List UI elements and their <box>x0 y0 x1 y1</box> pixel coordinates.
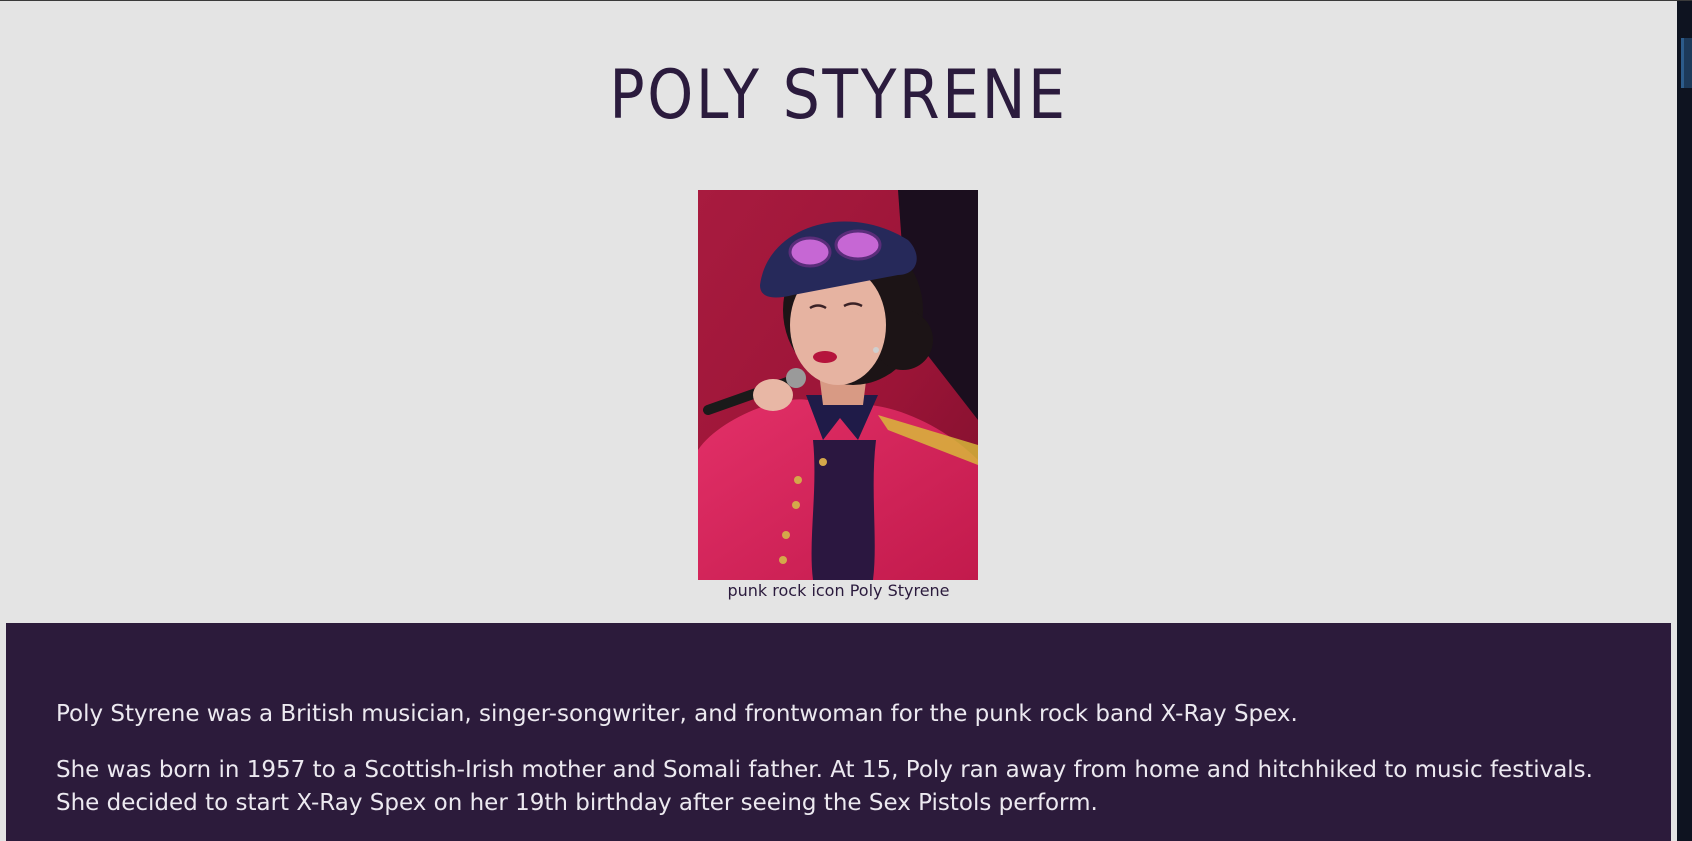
bio-paragraph: Poly Styrene was a British musician, sin… <box>56 701 1298 727</box>
poly-styrene-photo <box>698 190 978 580</box>
bio-section: Poly Styrene was a British musician, sin… <box>6 623 1671 841</box>
tribute-page: POLY STYRENE punk rock icon Poly Styrene… <box>0 1 1677 841</box>
adjacent-window-tab[interactable] <box>1681 38 1692 88</box>
adjacent-window-edge <box>1677 1 1692 841</box>
bio-paragraph: She was born in 1957 to a Scottish-Irish… <box>56 757 1593 816</box>
image-caption: punk rock icon Poly Styrene <box>727 581 950 600</box>
figure <box>698 190 978 580</box>
page-title: POLY STYRENE <box>609 56 1068 135</box>
